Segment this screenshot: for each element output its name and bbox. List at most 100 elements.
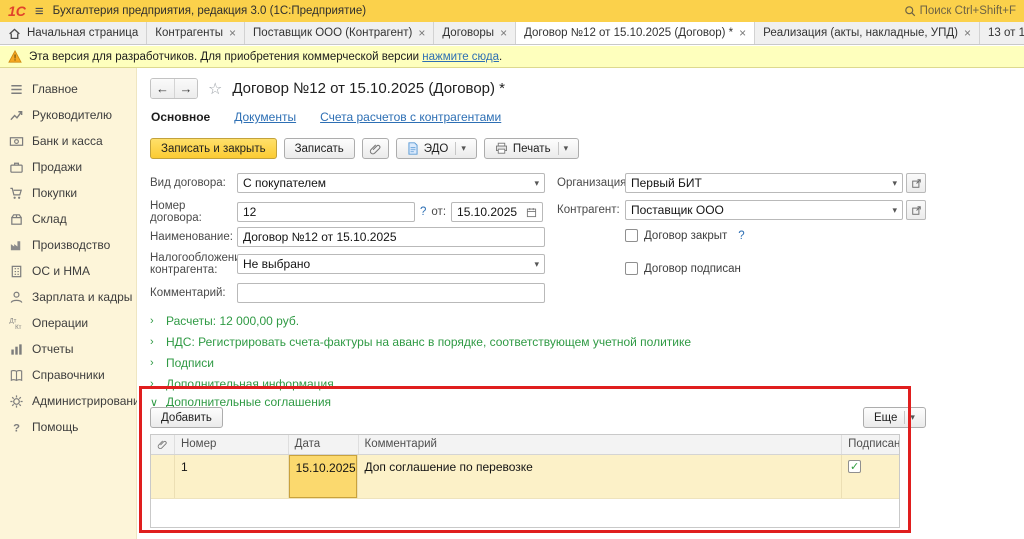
more-label: Еще bbox=[874, 412, 897, 424]
calendar-icon[interactable] bbox=[526, 207, 537, 218]
main-menu-button[interactable]: ≡ bbox=[35, 3, 44, 20]
close-icon[interactable]: × bbox=[964, 27, 971, 39]
comment-input[interactable] bbox=[237, 283, 545, 303]
nav-scheta-raschetov[interactable]: Счета расчетов с контрагентами bbox=[320, 110, 501, 124]
organization-select[interactable]: Первый БИТ ▾ bbox=[625, 173, 903, 193]
factory-icon bbox=[9, 238, 24, 253]
forward-button[interactable]: → bbox=[174, 79, 197, 98]
row-number-cell[interactable]: 1 bbox=[175, 455, 289, 498]
tab-realizatsiya[interactable]: Реализация (акты, накладные, УПД) × bbox=[755, 22, 980, 44]
taxation-select[interactable]: Не выбрано ▾ bbox=[237, 254, 545, 274]
page-title: Договор №12 от 15.10.2025 (Договор) * bbox=[232, 80, 505, 97]
chevron-down-icon[interactable]: ▾ bbox=[534, 178, 539, 189]
contract-number-value: 12 bbox=[243, 205, 409, 219]
column-header-signed[interactable]: Подписано bbox=[842, 435, 899, 454]
close-icon[interactable]: × bbox=[418, 27, 425, 39]
chevron-down-icon[interactable]: ▾ bbox=[892, 205, 897, 216]
tab-dogovor-13[interactable]: 13 от 15.10.2025 (Договор) × bbox=[980, 22, 1024, 44]
tab-label: 13 от 15.10.2025 (Договор) bbox=[988, 27, 1024, 39]
column-header-number[interactable]: Номер bbox=[175, 435, 289, 454]
sidebar-item-otchety[interactable]: Отчеты bbox=[0, 336, 136, 362]
attachment-column-header[interactable] bbox=[151, 435, 175, 454]
close-icon[interactable]: × bbox=[500, 27, 507, 39]
sidebar-item-glavnoe[interactable]: Главное bbox=[0, 76, 136, 102]
edo-button[interactable]: ЭДО ▾ bbox=[396, 138, 477, 159]
sidebar-item-sklad[interactable]: Склад bbox=[0, 206, 136, 232]
section-nds[interactable]: › НДС: Регистрировать счета-фактуры на а… bbox=[150, 335, 691, 349]
sidebar-item-rukovoditelyu[interactable]: Руководителю bbox=[0, 102, 136, 128]
chevron-down-icon[interactable]: ▾ bbox=[904, 411, 915, 424]
row-signed-checkbox[interactable]: ✓ bbox=[848, 460, 861, 473]
sidebar-item-operatsii[interactable]: ДтКт Операции bbox=[0, 310, 136, 336]
open-icon bbox=[911, 178, 922, 189]
contract-name-label: Наименование: bbox=[150, 231, 237, 243]
section-dop-informatsiya[interactable]: › Дополнительная информация bbox=[150, 377, 334, 391]
section-raschety[interactable]: › Расчеты: 12 000,00 руб. bbox=[150, 314, 299, 328]
save-button[interactable]: Записать bbox=[284, 138, 355, 159]
sidebar: Главное Руководителю Банк и касса Продаж… bbox=[0, 68, 137, 539]
warning-text: Эта версия для разработчиков. Для приобр… bbox=[29, 51, 502, 63]
sidebar-item-os-i-nma[interactable]: ОС и НМА bbox=[0, 258, 136, 284]
sidebar-item-administrirovanie[interactable]: Администрирование bbox=[0, 388, 136, 414]
tab-dogovory[interactable]: Договоры × bbox=[434, 22, 516, 44]
nav-dokumenty[interactable]: Документы bbox=[234, 110, 296, 124]
sidebar-item-prodazhi[interactable]: Продажи bbox=[0, 154, 136, 180]
book-icon bbox=[9, 368, 24, 383]
taxation-row: Налогообложение контрагента: Не выбрано … bbox=[150, 252, 545, 276]
sidebar-item-bank-i-kassa[interactable]: Банк и касса bbox=[0, 128, 136, 154]
global-search[interactable]: Поиск Ctrl+Shift+F bbox=[904, 5, 1016, 17]
contract-number-input[interactable]: 12 bbox=[237, 202, 415, 222]
column-header-date[interactable]: Дата bbox=[289, 435, 359, 454]
row-attachment-cell[interactable] bbox=[151, 455, 175, 498]
sidebar-item-pokupki[interactable]: Покупки bbox=[0, 180, 136, 206]
purchase-link[interactable]: нажмите сюда bbox=[422, 51, 499, 63]
row-date-cell[interactable]: 15.10.2025 bbox=[289, 455, 359, 498]
printer-icon bbox=[495, 142, 508, 155]
contract-closed-checkbox[interactable] bbox=[625, 229, 638, 242]
contract-number-row: Номер договора: 12 ? от: 15.10.2025 bbox=[150, 200, 543, 224]
contract-type-value: С покупателем bbox=[243, 176, 530, 190]
selected-cell[interactable]: 15.10.2025 bbox=[289, 455, 358, 498]
banknote-icon bbox=[9, 134, 24, 149]
more-button[interactable]: Еще ▾ bbox=[863, 407, 926, 428]
contragent-open-button[interactable] bbox=[906, 200, 926, 220]
add-agreement-button[interactable]: Добавить bbox=[150, 407, 223, 428]
row-signed-cell[interactable]: ✓ bbox=[842, 455, 899, 498]
tab-postavshchik[interactable]: Поставщик ООО (Контрагент) × bbox=[245, 22, 434, 44]
tab-label: Реализация (акты, накладные, УПД) bbox=[763, 27, 958, 39]
contract-name-row: Наименование: Договор №12 от 15.10.2025 bbox=[150, 227, 545, 247]
contract-type-select[interactable]: С покупателем ▾ bbox=[237, 173, 545, 193]
save-and-close-button[interactable]: Записать и закрыть bbox=[150, 138, 277, 159]
column-header-comment[interactable]: Комментарий bbox=[359, 435, 843, 454]
sidebar-item-pomoshch[interactable]: ? Помощь bbox=[0, 414, 136, 440]
tab-home[interactable]: Начальная страница bbox=[0, 22, 147, 44]
contract-date-input[interactable]: 15.10.2025 bbox=[451, 202, 543, 222]
close-icon[interactable]: × bbox=[739, 27, 746, 39]
row-comment-cell[interactable]: Доп соглашение по перевозке bbox=[358, 455, 842, 498]
organization-open-button[interactable] bbox=[906, 173, 926, 193]
number-help-link[interactable]: ? bbox=[420, 206, 426, 218]
chevron-down-icon[interactable]: ▾ bbox=[892, 178, 897, 189]
sidebar-item-spravochniki[interactable]: Справочники bbox=[0, 362, 136, 388]
sidebar-item-zarplata-i-kadry[interactable]: Зарплата и кадры bbox=[0, 284, 136, 310]
attachments-button[interactable] bbox=[362, 138, 389, 159]
chevron-down-icon[interactable]: ▾ bbox=[558, 142, 569, 155]
favorite-star-icon[interactable]: ☆ bbox=[208, 79, 222, 99]
contract-signed-row: Договор подписан bbox=[625, 262, 741, 275]
section-podpisi[interactable]: › Подписи bbox=[150, 356, 214, 370]
sidebar-item-proizvodstvo[interactable]: Производство bbox=[0, 232, 136, 258]
print-button[interactable]: Печать ▾ bbox=[484, 138, 579, 159]
chevron-down-icon[interactable]: ▾ bbox=[534, 259, 539, 270]
contract-signed-checkbox[interactable] bbox=[625, 262, 638, 275]
back-button[interactable]: ← bbox=[151, 79, 174, 98]
closed-help-link[interactable]: ? bbox=[738, 230, 744, 242]
contragent-select[interactable]: Поставщик ООО ▾ bbox=[625, 200, 903, 220]
tab-kontragenty[interactable]: Контрагенты × bbox=[147, 22, 245, 44]
close-icon[interactable]: × bbox=[229, 27, 236, 39]
table-row[interactable]: 1 15.10.2025 Доп соглашение по перевозке… bbox=[151, 455, 899, 499]
help-icon: ? bbox=[9, 420, 24, 435]
chevron-down-icon[interactable]: ▾ bbox=[455, 142, 466, 155]
tab-dogovor-12[interactable]: Договор №12 от 15.10.2025 (Договор) * × bbox=[516, 22, 755, 44]
contract-name-input[interactable]: Договор №12 от 15.10.2025 bbox=[237, 227, 545, 247]
nav-osnovnoe[interactable]: Основное bbox=[151, 110, 210, 124]
